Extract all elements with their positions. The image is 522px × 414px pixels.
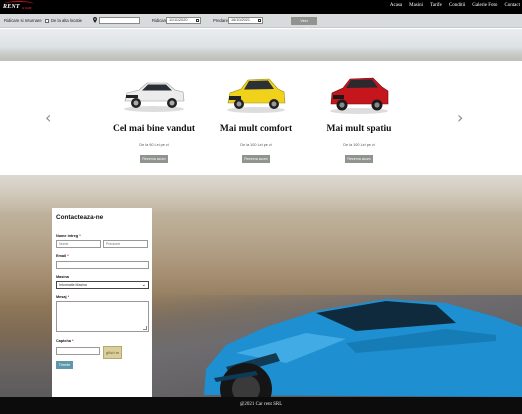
pickup-date-value: 11/11/2020 (169, 18, 188, 22)
car-image-yellow (223, 71, 289, 115)
required-mark: * (72, 339, 74, 343)
slide-price: De la 100 Lei pe zi (240, 143, 272, 147)
required-mark: * (67, 254, 69, 258)
nav-masini[interactable]: Masini (409, 3, 423, 8)
nav-tarife[interactable]: Tarife (430, 3, 442, 8)
other-location-checkbox[interactable] (45, 19, 49, 23)
location-pin-icon (93, 17, 97, 23)
car-select[interactable]: Informatie Masina ⌄ (56, 281, 149, 289)
slide-price: De la 90 Lei pe zi (139, 143, 169, 147)
first-name-input[interactable]: Nume (56, 240, 101, 248)
required-mark: * (67, 295, 70, 299)
car-image-white (121, 71, 187, 115)
slide-title: Cel mai bine vandut (112, 124, 196, 134)
required-mark: * (79, 234, 81, 238)
last-name-input[interactable]: Prenume (103, 240, 148, 248)
contact-form: Contacteaza-ne Nume intreg * Nume Prenum… (52, 208, 152, 398)
pickup-date-input[interactable]: 11/11/2020 (166, 17, 201, 24)
slide-title: Mai mult spatiu (326, 124, 392, 134)
chevron-down-icon: ⌄ (141, 282, 146, 288)
brand-logo[interactable]: RENT A CAR (2, 1, 36, 13)
reserve-now-button[interactable]: Rezerva acum (140, 155, 168, 163)
return-date-input[interactable]: 16/10/2021 (228, 17, 263, 24)
email-label: Email * (56, 254, 69, 258)
email-label-text: Email (56, 254, 67, 258)
return-date-label: Predare (213, 18, 228, 23)
return-date-value: 16/10/2021 (231, 18, 251, 22)
form-title: Contacteaza-ne (56, 214, 104, 221)
nav-galerie-foto[interactable]: Galerie Foto (472, 3, 497, 8)
email-field[interactable] (56, 261, 149, 269)
message-textarea[interactable] (56, 301, 149, 332)
reserve-now-button[interactable]: Rezerva acum (242, 155, 270, 163)
name-label: Nume intreg * (56, 234, 81, 238)
nav-conditii[interactable]: Conditii (449, 3, 465, 8)
message-label-text: Mesaj (56, 295, 67, 299)
location-input[interactable] (99, 17, 140, 24)
check-availability-button[interactable]: Vezi disponibilitate (291, 17, 317, 31)
logo-text: RENT (3, 4, 20, 10)
top-navbar: RENT A CAR Acasa Masini Tarife Conditii … (0, 0, 522, 14)
mountain-silhouette (0, 47, 522, 61)
captcha-label-text: Captcha (56, 339, 71, 343)
carousel-next-icon[interactable]: › (457, 108, 463, 127)
resize-handle-icon[interactable] (143, 326, 147, 330)
first-name-placeholder: Nume (59, 242, 69, 246)
slide-title: Mai mult comfort (219, 124, 293, 134)
submit-button[interactable]: Trimite (56, 361, 73, 369)
captcha-input[interactable] (56, 347, 100, 355)
captcha-label: Captcha * (56, 339, 74, 343)
logo-subtext: A CAR (22, 6, 32, 10)
other-location-label: De la alta locatie (51, 18, 82, 23)
footer: @2021 Car rent SRL (0, 397, 522, 414)
masina-label: Masina (56, 275, 69, 279)
captcha-image: g5sh.tn (103, 346, 122, 359)
slide-price: De la 100 Lei pe zi (343, 143, 375, 147)
car-select-value: Informatie Masina (59, 283, 87, 287)
carousel-slide: Mai mult spatiu De la 100 Lei pe zi Reze… (307, 61, 411, 165)
reserve-now-button[interactable]: Rezerva acum (345, 155, 373, 163)
main-nav: Acasa Masini Tarife Conditii Galerie Fot… (390, 3, 520, 8)
last-name-placeholder: Prenume (106, 242, 121, 246)
return-label: Ridicare si returnare (4, 18, 42, 23)
calendar-icon (258, 19, 261, 22)
car-carousel: ‹ › Cel mai bine vandut De la 90 Lei pe … (0, 61, 522, 175)
car-image-red (326, 71, 392, 115)
nav-acasa[interactable]: Acasa (390, 3, 402, 8)
name-label-text: Nume intreg (56, 234, 79, 238)
search-bar: Ridicare si returnare De la alta locatie… (0, 14, 522, 31)
nav-contact[interactable]: Contact (504, 3, 520, 8)
carousel-prev-icon[interactable]: ‹ (45, 108, 51, 127)
carousel-slide: Cel mai bine vandut De la 90 Lei pe zi R… (102, 61, 206, 165)
footer-copyright: @2021 Car rent SRL (239, 402, 283, 407)
carousel-slide: Mai mult comfort De la 100 Lei pe zi Rez… (204, 61, 308, 165)
blue-sports-car-image (204, 299, 522, 397)
calendar-icon (196, 19, 199, 22)
hero-landscape-top (0, 29, 522, 61)
message-label: Mesaj * (56, 295, 69, 299)
